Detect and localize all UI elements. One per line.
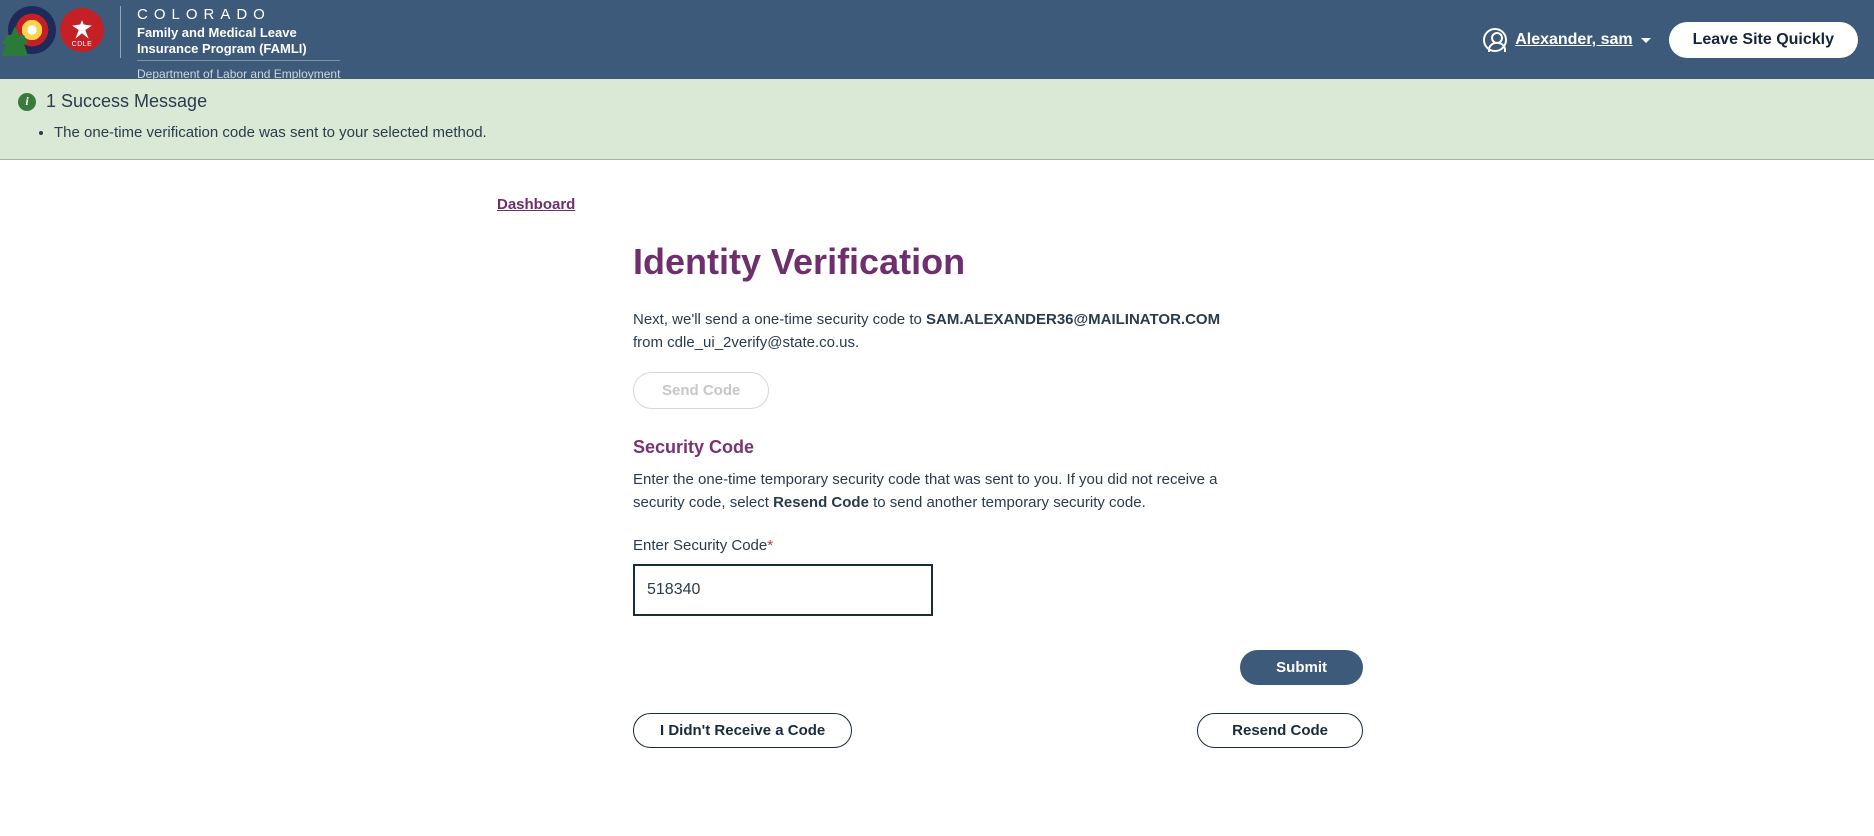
- section-desc-bold: Resend Code: [773, 494, 869, 511]
- leave-site-button[interactable]: Leave Site Quickly: [1669, 22, 1858, 58]
- logo-block: [8, 6, 104, 54]
- page-title: Identity Verification: [633, 241, 1377, 283]
- required-asterisk: *: [767, 537, 773, 554]
- colorado-logo-icon: [8, 6, 56, 54]
- header-right: Alexander, sam Leave Site Quickly: [1483, 6, 1858, 58]
- code-field-label: Enter Security Code*: [633, 537, 1377, 554]
- send-code-button: Send Code: [633, 372, 769, 409]
- intro-email: SAM.ALEXANDER36@MAILINATOR.COM: [926, 311, 1220, 328]
- program-name: Family and Medical Leave Insurance Progr…: [137, 25, 340, 56]
- user-name: Alexander, sam: [1515, 31, 1632, 49]
- user-menu[interactable]: Alexander, sam: [1483, 28, 1650, 52]
- section-desc-post: to send another temporary security code.: [869, 494, 1146, 511]
- submit-row: Submit: [633, 650, 1363, 685]
- breadcrumb: Dashboard: [497, 196, 1377, 213]
- content: Identity Verification Next, we'll send a…: [497, 241, 1377, 748]
- main-wrap: Dashboard Identity Verification Next, we…: [497, 160, 1377, 788]
- alert-title: 1 Success Message: [46, 91, 207, 112]
- secondary-row: I Didn't Receive a Code Resend Code: [633, 713, 1363, 748]
- success-alert: i 1 Success Message The one-time verific…: [0, 79, 1874, 160]
- header-divider: [120, 6, 121, 58]
- breadcrumb-dashboard[interactable]: Dashboard: [497, 196, 575, 213]
- security-code-input[interactable]: [633, 564, 933, 616]
- section-title: Security Code: [633, 437, 1377, 458]
- no-code-button[interactable]: I Didn't Receive a Code: [633, 713, 852, 748]
- submit-button[interactable]: Submit: [1240, 650, 1363, 685]
- program-line2: Insurance Program (FAMLI): [137, 41, 307, 56]
- intro-prefix: Next, we'll send a one-time security cod…: [633, 311, 926, 328]
- alert-list: The one-time verification code was sent …: [44, 124, 1856, 141]
- state-name: COLORADO: [137, 6, 340, 23]
- info-icon: i: [18, 93, 36, 111]
- chevron-down-icon: [1641, 38, 1651, 43]
- resend-code-button[interactable]: Resend Code: [1197, 713, 1363, 748]
- intro-from: cdle_ui_2verify@state.co.us.: [667, 334, 859, 351]
- header-brand: COLORADO Family and Medical Leave Insura…: [8, 6, 340, 81]
- program-line1: Family and Medical Leave: [137, 25, 297, 40]
- section-desc: Enter the one-time temporary security co…: [633, 468, 1233, 515]
- alert-header: i 1 Success Message: [18, 91, 1856, 112]
- app-header: COLORADO Family and Medical Leave Insura…: [0, 0, 1874, 79]
- department-name: Department of Labor and Employment: [137, 60, 340, 81]
- user-icon: [1483, 28, 1507, 52]
- intro-text: Next, we'll send a one-time security cod…: [633, 309, 1253, 354]
- field-label-text: Enter Security Code: [633, 537, 767, 554]
- cdle-logo-icon: [60, 8, 104, 52]
- header-text: COLORADO Family and Medical Leave Insura…: [137, 6, 340, 81]
- intro-middle: from: [633, 334, 667, 351]
- alert-item: The one-time verification code was sent …: [54, 124, 1856, 141]
